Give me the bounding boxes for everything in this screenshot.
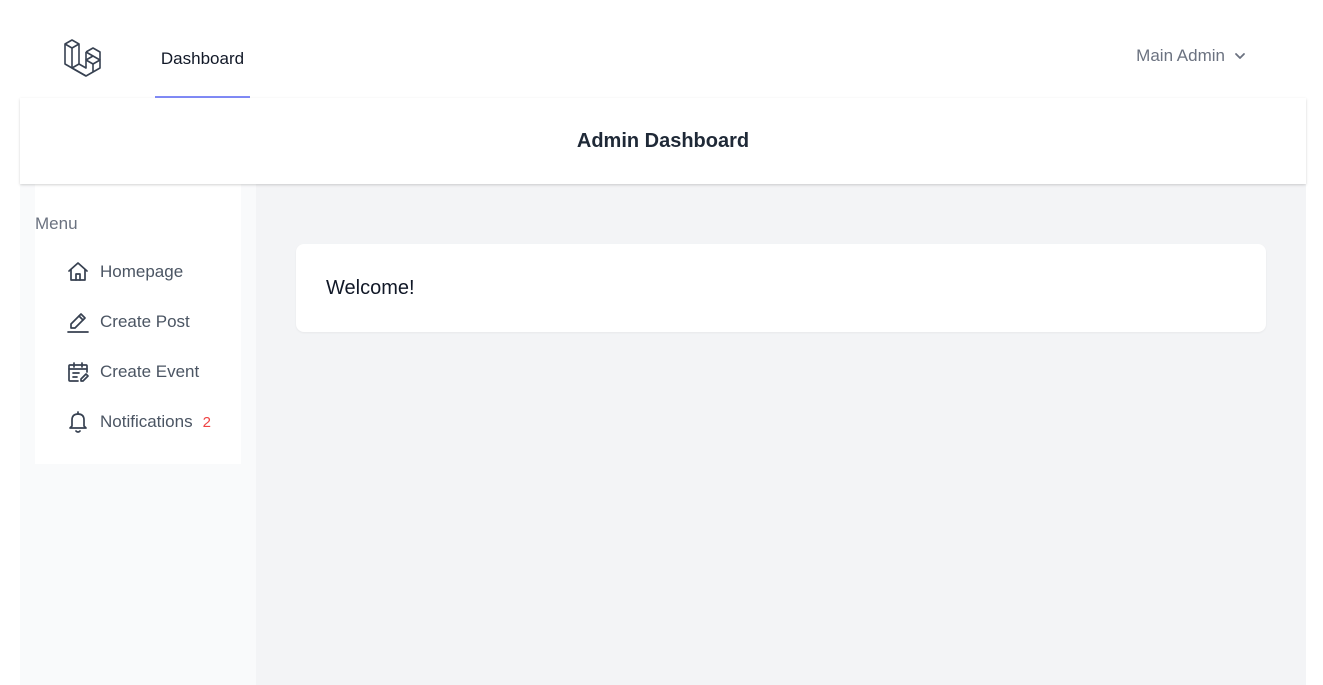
notification-count-badge: 2 [202,413,211,431]
sidebar-item-create-post[interactable]: Create Post [66,310,190,334]
sidebar-item-label: Create Event [100,362,200,381]
sidebar-menu-title: Menu [35,214,78,233]
page-header: Admin Dashboard [20,98,1306,184]
user-menu-dropdown[interactable]: Main Admin [1136,46,1247,66]
welcome-text: Welcome! [326,276,415,299]
pencil-icon [66,310,90,334]
chevron-down-icon [1235,53,1245,59]
home-icon [66,260,90,284]
user-name: Main Admin [1136,46,1225,65]
sidebar-item-homepage[interactable]: Homepage [66,260,183,284]
top-navigation: Dashboard Main Admin [0,0,1323,98]
sidebar-item-create-event[interactable]: Create Event [66,360,199,384]
page-title: Admin Dashboard [576,129,750,152]
sidebar-item-notifications[interactable]: Notifications 2 [66,410,211,434]
sidebar-item-label: Notifications [100,412,193,431]
bell-icon [66,410,90,434]
laravel-logo-icon[interactable] [63,38,105,80]
welcome-card: Welcome! [296,244,1266,332]
nav-link-dashboard-label: Dashboard [160,49,245,68]
sidebar-item-label: Create Post [100,312,190,331]
sidebar-item-label: Homepage [100,262,184,281]
calendar-edit-icon [66,360,90,384]
nav-link-dashboard[interactable]: Dashboard [155,0,250,98]
